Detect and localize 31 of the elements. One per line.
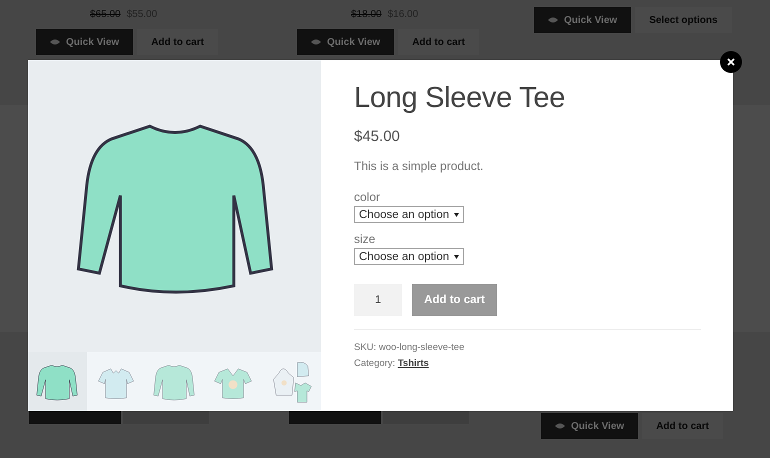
quick-view-button[interactable]: Quick View	[534, 7, 632, 33]
eye-icon	[50, 39, 60, 45]
add-to-cart-button[interactable]: Select options	[635, 7, 732, 33]
add-to-cart-button[interactable]: Add to cart	[137, 29, 218, 55]
add-to-cart-button[interactable]: Add to cart	[412, 284, 497, 316]
product-price: $45.00	[354, 128, 400, 145]
product-title: Long Sleeve Tee	[354, 82, 566, 115]
category-link[interactable]: Tshirts	[398, 358, 429, 369]
quick-view-button[interactable]: Quick View	[297, 29, 394, 55]
product-thumbnail[interactable]	[28, 352, 87, 411]
eye-icon	[311, 39, 321, 45]
option-select[interactable]: Choose an option	[354, 206, 464, 223]
quantity-field[interactable]: 1	[354, 284, 402, 316]
product-description: This is a simple product.	[354, 159, 484, 173]
close-icon	[727, 58, 735, 66]
category-text: Category: Tshirts	[354, 358, 429, 369]
caret-icon	[454, 212, 460, 216]
caret-icon	[454, 254, 460, 258]
attribute-label: size	[354, 232, 376, 246]
add-to-cart-button[interactable]: Add to cart	[398, 29, 479, 55]
old-price: $18.00	[351, 9, 382, 20]
eye-icon	[548, 17, 558, 23]
eye-icon	[555, 423, 565, 429]
quick-view-button[interactable]: Quick View	[541, 413, 638, 439]
attribute-label: color	[354, 190, 380, 204]
old-price: $65.00	[90, 9, 121, 20]
close-button[interactable]	[720, 51, 742, 73]
sku-text: SKU: woo-long-sleeve-tee	[354, 342, 464, 353]
add-to-cart-button[interactable]: Add to cart	[642, 413, 723, 439]
option-select[interactable]: Choose an option	[354, 248, 464, 265]
quick-view-button[interactable]: Quick View	[36, 29, 134, 55]
